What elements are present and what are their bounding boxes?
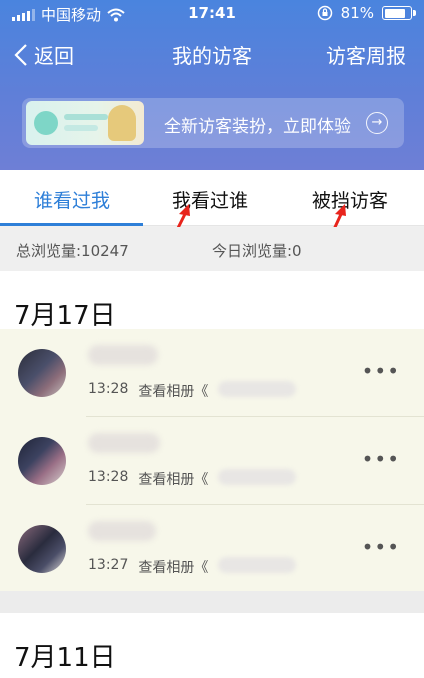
visit-time: 13:28: [88, 381, 129, 397]
visit-action: 查看相册《: [138, 560, 209, 576]
visit-action: 查看相册《: [138, 384, 209, 400]
header: 中国移动 17:41 81% 返回 我的访客 访客周报 全新访客装扮，立即体验 …: [0, 0, 424, 170]
more-options-icon[interactable]: •••: [362, 359, 400, 383]
avatar[interactable]: [18, 437, 66, 485]
battery-percent: 81%: [340, 4, 374, 22]
date-header: 7月11日: [0, 613, 424, 678]
rotation-lock-icon: [317, 5, 332, 21]
visitor-row[interactable]: 13:27 查看相册《 •••: [0, 505, 424, 593]
section-gap: [0, 591, 424, 613]
visit-action: 查看相册《: [138, 472, 209, 488]
blurred-album-name: [218, 557, 297, 573]
date-header: 7月17日: [0, 271, 424, 331]
blurred-name: [88, 345, 158, 365]
blurred-name: [88, 433, 160, 453]
banner-thumbnail: [26, 101, 144, 145]
visit-info: 13:28 查看相册《: [88, 469, 297, 489]
total-views: 总浏览量:10247: [16, 242, 129, 260]
avatar[interactable]: [18, 349, 66, 397]
date-label: 7月11日: [14, 643, 116, 673]
arrow-right-circle-icon: →: [366, 112, 388, 134]
active-tab-indicator: [0, 223, 143, 226]
status-bar: 中国移动 17:41 81%: [0, 0, 424, 28]
banner-text: 全新访客装扮，立即体验: [164, 117, 351, 137]
avatar[interactable]: [18, 525, 66, 573]
visitor-row[interactable]: 13:28 查看相册《 •••: [0, 329, 424, 417]
date-label: 7月17日: [14, 301, 116, 331]
navigation-bar: 返回 我的访客 访客周报: [0, 36, 424, 76]
blurred-album-name: [218, 469, 297, 485]
view-stats: 总浏览量:10247 今日浏览量:0: [0, 227, 424, 271]
more-options-icon[interactable]: •••: [362, 447, 400, 471]
battery-icon: [382, 6, 416, 20]
visit-info: 13:27 查看相册《: [88, 557, 297, 577]
visitor-weekly-report-button[interactable]: 访客周报: [326, 40, 406, 69]
visitor-list: 13:28 查看相册《 ••• 13:28 查看相册《 ••• 13:27 查看…: [0, 329, 424, 591]
blurred-name: [88, 521, 156, 541]
today-views: 今日浏览量:0: [212, 242, 302, 260]
visit-time: 13:27: [88, 557, 129, 573]
more-options-icon[interactable]: •••: [362, 535, 400, 559]
visit-info: 13:28 查看相册《: [88, 381, 297, 401]
visitor-row[interactable]: 13:28 查看相册《 •••: [0, 417, 424, 505]
tab-bar: 谁看过我 我看过谁 被挡访客: [0, 170, 424, 241]
visit-time: 13:28: [88, 469, 129, 485]
tab-who-viewed-me[interactable]: 谁看过我: [34, 186, 110, 213]
promo-banner[interactable]: 全新访客装扮，立即体验 →: [22, 98, 404, 148]
battery-level: [384, 8, 405, 18]
blurred-album-name: [218, 381, 297, 397]
